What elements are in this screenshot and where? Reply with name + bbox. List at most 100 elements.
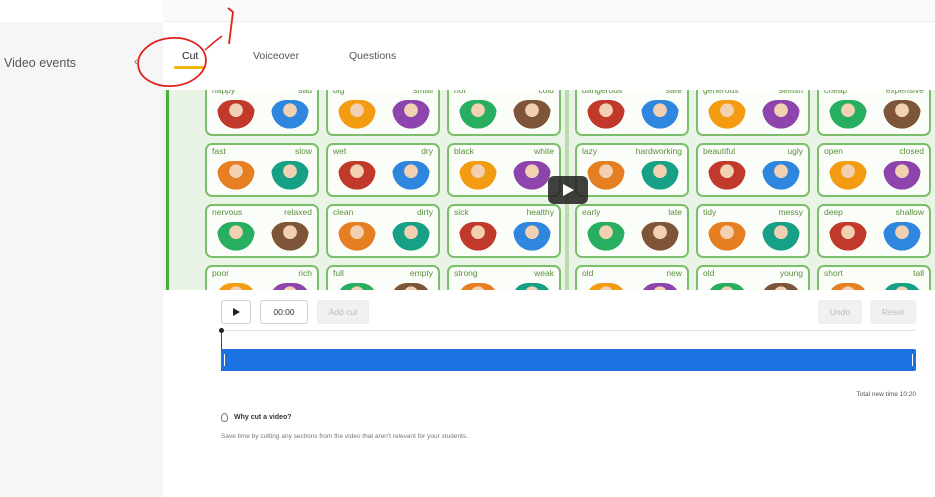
app-root: Video events ‹ Cut Voiceover Questions h… [0, 0, 935, 497]
vocab-word: sick [454, 207, 469, 217]
vocab-word: rich [298, 268, 312, 278]
segment-end-handle[interactable] [912, 354, 913, 366]
vocab-card: early late [575, 204, 689, 258]
time-input[interactable]: 00:00 [260, 300, 308, 324]
cartoon-illustration [271, 100, 309, 134]
vocab-word: full [333, 268, 344, 278]
vocab-word: black [454, 146, 474, 156]
tab-questions[interactable]: Questions [349, 50, 396, 62]
vocab-word: slow [294, 146, 312, 156]
vocab-word: short [824, 268, 843, 278]
vocab-card: fast slow [205, 143, 319, 197]
vocab-card: happy sad [205, 90, 319, 136]
video-play-overlay-button[interactable] [548, 176, 588, 204]
vocab-card: cheap expensive [817, 90, 931, 136]
vocab-card: hot cold [447, 90, 561, 136]
reset-button[interactable]: Reset [870, 300, 916, 324]
vocab-card: strong weak [447, 265, 561, 290]
vocab-card: nervous relaxed [205, 204, 319, 258]
tab-bar: Cut Voiceover Questions [163, 22, 935, 92]
tab-cut[interactable]: Cut [182, 50, 198, 62]
cartoon-illustration [513, 222, 551, 256]
vocab-card: dangerous safe [575, 90, 689, 136]
vocab-word: nervous [212, 207, 243, 217]
cartoon-illustration [459, 283, 497, 290]
total-new-time: Total new time 10:20 [856, 391, 916, 398]
scrubber-track[interactable] [221, 330, 916, 331]
play-icon [232, 308, 240, 316]
cartoon-illustration [708, 100, 746, 134]
cartoon-illustration [708, 283, 746, 290]
vocab-word: old [703, 268, 715, 278]
video-player[interactable]: happy sad big small hot cold fast slow wet dry bla… [163, 90, 935, 290]
vocab-word: tall [913, 268, 924, 278]
cartoon-illustration [587, 222, 625, 256]
cartoon-illustration [271, 161, 309, 195]
help-heading: Why cut a video? [221, 413, 292, 422]
vocab-word: strong [454, 268, 478, 278]
vocab-word: young [779, 268, 803, 278]
cartoon-illustration [883, 100, 921, 134]
vocab-card: beautiful ugly [696, 143, 810, 197]
cartoon-illustration [829, 222, 867, 256]
video-left-border [166, 90, 169, 290]
vocab-word: old [582, 268, 594, 278]
cartoon-illustration [217, 222, 255, 256]
vocab-card: wet dry [326, 143, 440, 197]
timeline-segment[interactable] [221, 349, 916, 371]
play-button[interactable] [221, 300, 251, 324]
add-cut-button[interactable]: Add cut [317, 300, 369, 324]
cartoon-illustration [513, 161, 551, 195]
cartoon-illustration [762, 222, 800, 256]
vocab-word: cold [538, 90, 554, 95]
lightbulb-icon [221, 413, 228, 422]
cartoon-illustration [641, 283, 679, 290]
vocab-word: clean [333, 207, 354, 217]
cartoon-illustration [883, 222, 921, 256]
cartoon-illustration [217, 100, 255, 134]
help-text: Save time by cutting any sections from t… [221, 433, 468, 440]
vocab-word: safe [665, 90, 682, 95]
help-title: Why cut a video? [234, 414, 292, 421]
vocab-word: expensive [885, 90, 924, 95]
cartoon-illustration [708, 161, 746, 195]
cartoon-illustration [762, 283, 800, 290]
tab-voiceover[interactable]: Voiceover [253, 50, 299, 62]
vocab-word: beautiful [703, 146, 736, 156]
vocab-word: dangerous [582, 90, 623, 95]
collapse-chevron-icon[interactable]: ‹ [134, 56, 138, 68]
vocab-word: relaxed [284, 207, 312, 217]
cartoon-illustration [459, 222, 497, 256]
sidebar-title: Video events [4, 56, 77, 70]
segment-start-handle[interactable] [224, 354, 225, 366]
active-tab-indicator [174, 66, 205, 69]
vocab-word: white [534, 146, 554, 156]
vocab-word: healthy [526, 207, 554, 217]
vocab-word: lazy [582, 146, 598, 156]
cartoon-illustration [587, 283, 625, 290]
vocab-word: wet [333, 146, 347, 156]
vocab-word: hardworking [635, 146, 682, 156]
undo-button[interactable]: Undo [818, 300, 862, 324]
vocab-word: closed [899, 146, 924, 156]
playhead-handle[interactable] [219, 328, 224, 333]
cartoon-illustration [392, 283, 430, 290]
vocab-card: black white [447, 143, 561, 197]
vocab-word: fast [212, 146, 226, 156]
cartoon-illustration [271, 283, 309, 290]
vocab-card: poor rich [205, 265, 319, 290]
cartoon-illustration [338, 222, 376, 256]
vocab-card: old new [575, 265, 689, 290]
vocab-word: sad [298, 90, 312, 95]
cartoon-illustration [829, 283, 867, 290]
top-strip [163, 0, 935, 22]
vocab-word: late [668, 207, 682, 217]
sidebar: Video events ‹ [0, 22, 163, 497]
vocab-word: empty [409, 268, 433, 278]
vocab-card: lazy hardworking [575, 143, 689, 197]
cartoon-illustration [513, 100, 551, 134]
vocab-word: poor [212, 268, 230, 278]
vocab-word: big [333, 90, 345, 95]
cartoon-illustration [641, 161, 679, 195]
vocab-card: tidy messy [696, 204, 810, 258]
